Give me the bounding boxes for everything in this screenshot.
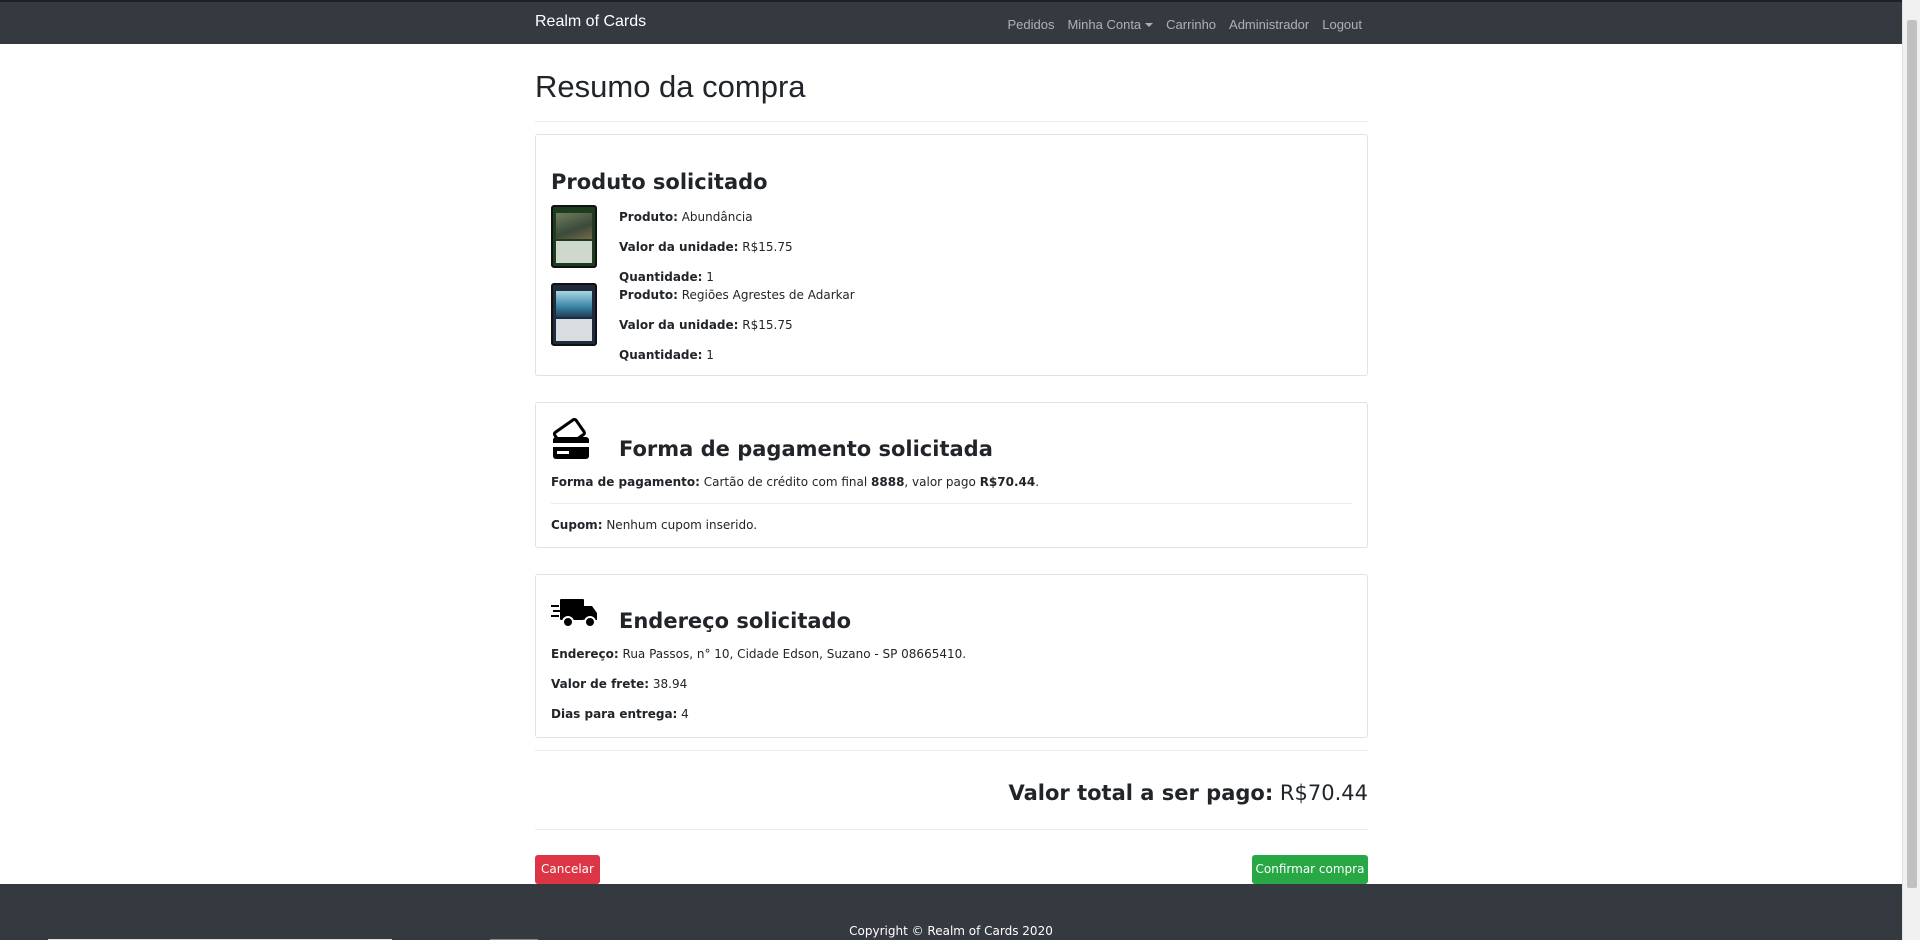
divider <box>551 503 1352 504</box>
card-thumbnail-image <box>551 283 597 346</box>
product-name-line: Produto: Abundância <box>619 210 753 224</box>
nav-logout[interactable]: Logout <box>1322 17 1362 32</box>
address-line: Endereço: Rua Passos, n° 10, Cidade Edso… <box>551 647 967 661</box>
unit-price: R$15.75 <box>742 318 793 332</box>
product-name: Regiões Agrestes de Adarkar <box>681 288 855 302</box>
nav-links: Pedidos Minha Conta Carrinho Administrad… <box>1007 17 1362 32</box>
cancel-button[interactable]: Cancelar <box>535 855 600 884</box>
paid-amount: R$70.44 <box>979 475 1036 489</box>
payment-heading: Forma de pagamento solicitada <box>619 437 993 461</box>
address-card: Endereço solicitado Endereço: Rua Passos… <box>535 574 1368 738</box>
nav-carrinho[interactable]: Carrinho <box>1166 17 1216 32</box>
nav-minha-conta-dropdown[interactable]: Minha Conta <box>1067 17 1154 32</box>
brand-link[interactable]: Realm of Cards <box>535 13 646 31</box>
coupon-line: Cupom: Nenhum cupom inserido. <box>551 518 758 532</box>
product-item: Produto: Abundância Valor da unidade: R$… <box>551 205 1351 284</box>
nav-minha-conta-label: Minha Conta <box>1067 17 1142 32</box>
truck-icon <box>551 597 599 634</box>
total-line: Valor total a ser pago: R$70.44 <box>1008 781 1368 805</box>
divider <box>535 829 1368 830</box>
address-heading: Endereço solicitado <box>619 609 851 633</box>
divider <box>535 121 1368 122</box>
address-value: Rua Passos, n° 10, Cidade Edson, Suzano … <box>622 647 967 661</box>
quantity-line: Quantidade: 1 <box>619 348 714 362</box>
quantity-line: Quantidade: 1 <box>619 270 714 284</box>
payment-method-line: Forma de pagamento: Cartão de crédito co… <box>551 475 1040 489</box>
coupon-value: Nenhum cupom inserido. <box>606 518 758 532</box>
products-heading: Produto solicitado <box>551 170 768 194</box>
card-final: 8888 <box>871 475 905 489</box>
unit-price: R$15.75 <box>742 240 793 254</box>
delivery-days-value: 4 <box>681 707 689 721</box>
scrollbar-thumb[interactable] <box>1907 20 1917 888</box>
unit-price-line: Valor da unidade: R$15.75 <box>619 240 793 254</box>
quantity: 1 <box>706 348 714 362</box>
main-container: Resumo da compra Produto solicitado Prod… <box>535 44 1368 885</box>
unit-price-line: Valor da unidade: R$15.75 <box>619 318 793 332</box>
caret-down-icon <box>1145 23 1154 27</box>
payment-card: Forma de pagamento solicitada Forma de p… <box>535 402 1368 548</box>
product-name-line: Produto: Regiões Agrestes de Adarkar <box>619 288 855 302</box>
total-value: R$70.44 <box>1279 781 1368 805</box>
delivery-days-line: Dias para entrega: 4 <box>551 707 689 721</box>
freight-line: Valor de frete: 38.94 <box>551 677 688 691</box>
nav-pedidos[interactable]: Pedidos <box>1007 17 1054 32</box>
total-section: Valor total a ser pago: R$70.44 <box>535 751 1368 829</box>
credit-card-icon <box>551 417 597 468</box>
card-thumbnail-image <box>551 205 597 268</box>
product-item: Produto: Regiões Agrestes de Adarkar Val… <box>551 283 1351 362</box>
freight-value: 38.94 <box>652 677 688 691</box>
actions-row: Cancelar Confirmar compra <box>535 855 1368 885</box>
copyright-text: Copyright © Realm of Cards 2020 <box>849 924 1053 938</box>
footer: Copyright © Realm of Cards 2020 <box>0 884 1902 940</box>
navbar: Realm of Cards Pedidos Minha Conta Carri… <box>0 0 1902 44</box>
vertical-scrollbar[interactable] <box>1902 0 1920 940</box>
nav-administrador[interactable]: Administrador <box>1229 17 1309 32</box>
product-name: Abundância <box>681 210 753 224</box>
page-title: Resumo da compra <box>535 69 806 104</box>
products-card: Produto solicitado Produto: Abundância V… <box>535 134 1368 376</box>
confirm-purchase-button[interactable]: Confirmar compra <box>1252 855 1368 884</box>
quantity: 1 <box>706 270 714 284</box>
